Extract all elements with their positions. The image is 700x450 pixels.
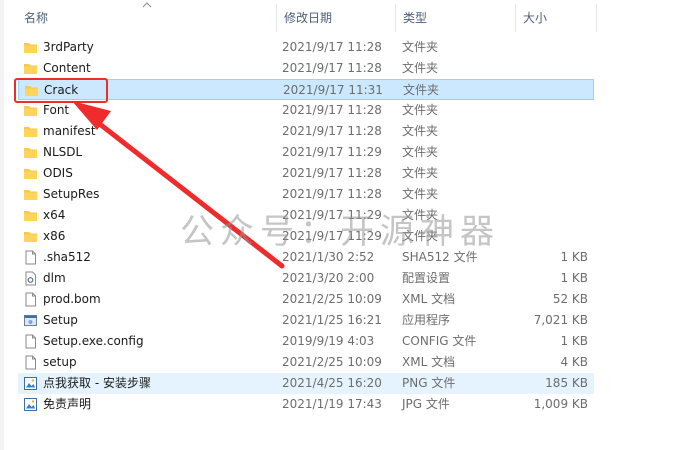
column-header-name[interactable]: 名称	[24, 0, 48, 36]
file-type: CONFIG 文件	[402, 334, 477, 348]
file-name: setup	[43, 355, 77, 369]
file-name: prod.bom	[43, 292, 101, 306]
file-date: 2021/2/25 10:09	[282, 292, 382, 306]
folder-icon	[23, 187, 38, 202]
file-name: 3rdParty	[43, 40, 94, 54]
file-row[interactable]: prod.bom 2021/2/25 10:09 XML 文档 52 KB	[18, 289, 594, 310]
file-row[interactable]: ODIS 2021/9/17 11:28 文件夹	[18, 163, 594, 184]
file-row[interactable]: Font 2021/9/17 11:28 文件夹	[18, 100, 594, 121]
file-type: 文件夹	[402, 61, 439, 75]
file-date: 2019/9/19 4:03	[282, 334, 375, 348]
file-name: 点我获取 - 安装步骤	[43, 376, 151, 390]
sort-ascending-icon	[142, 2, 152, 8]
file-row[interactable]: NLSDL 2021/9/17 11:29 文件夹	[18, 142, 594, 163]
file-name: Setup	[43, 313, 78, 327]
image-file-icon	[23, 397, 38, 412]
file-name: x86	[43, 229, 66, 243]
column-header-size[interactable]: 大小	[523, 0, 547, 36]
folder-icon	[23, 40, 38, 55]
folder-icon	[23, 103, 38, 118]
file-size: 52 KB	[552, 292, 588, 306]
file-row[interactable]: setup 2021/2/25 10:09 XML 文档 4 KB	[18, 352, 594, 373]
file-date: 2021/9/17 11:29	[282, 145, 382, 159]
file-date: 2021/1/25 16:21	[282, 313, 382, 327]
file-name: Setup.exe.config	[43, 334, 144, 348]
file-name: ODIS	[43, 166, 73, 180]
file-size: 7,021 KB	[533, 313, 588, 327]
folder-icon	[23, 229, 38, 244]
file-name: dlm	[43, 271, 66, 285]
window-left-edge	[0, 0, 4, 450]
file-icon	[23, 334, 38, 349]
file-date: 2021/9/17 11:31	[283, 83, 383, 97]
file-name: 免责声明	[43, 397, 92, 411]
file-name: manifest	[43, 124, 96, 138]
file-name: NLSDL	[43, 145, 83, 159]
file-type: PNG 文件	[402, 376, 456, 390]
column-divider[interactable]	[276, 4, 277, 32]
file-date: 2021/1/19 17:43	[282, 397, 382, 411]
file-row[interactable]: manifest 2021/9/17 11:28 文件夹	[18, 121, 594, 142]
column-header-type[interactable]: 类型	[403, 0, 427, 36]
file-size: 1 KB	[560, 271, 588, 285]
column-header-date[interactable]: 修改日期	[284, 0, 332, 36]
file-type: XML 文档	[402, 355, 456, 369]
file-date: 2021/4/25 16:20	[282, 376, 382, 390]
file-name: SetupRes	[43, 187, 100, 201]
file-icon	[23, 355, 38, 370]
file-type: 文件夹	[402, 40, 439, 54]
folder-icon	[23, 61, 38, 76]
file-date: 2021/2/25 10:09	[282, 355, 382, 369]
file-type: 配置设置	[402, 271, 451, 285]
file-date: 2021/9/17 11:28	[282, 166, 382, 180]
file-type: 文件夹	[402, 187, 439, 201]
column-divider[interactable]	[395, 4, 396, 32]
folder-icon	[23, 124, 38, 139]
file-row[interactable]: SetupRes 2021/9/17 11:28 文件夹	[18, 184, 594, 205]
file-row[interactable]: Setup 2021/1/25 16:21 应用程序 7,021 KB	[18, 310, 594, 331]
folder-icon	[23, 145, 38, 160]
file-type: 文件夹	[402, 145, 439, 159]
file-name: Font	[43, 103, 70, 117]
folder-icon	[23, 208, 38, 223]
file-icon	[23, 250, 38, 265]
file-row[interactable]: 免责声明 2021/1/19 17:43 JPG 文件 1,009 KB	[18, 394, 594, 415]
file-type: 文件夹	[402, 166, 439, 180]
file-row[interactable]: Content 2021/9/17 11:28 文件夹	[18, 58, 594, 79]
file-type: JPG 文件	[402, 397, 450, 411]
file-date: 2021/3/20 2:00	[282, 271, 375, 285]
file-type: 应用程序	[402, 313, 451, 327]
file-size: 4 KB	[560, 355, 588, 369]
file-size: 185 KB	[545, 376, 588, 390]
file-date: 2021/9/17 11:28	[282, 103, 382, 117]
file-row[interactable]: dlm 2021/3/20 2:00 配置设置 1 KB	[18, 268, 594, 289]
file-name: .sha512	[43, 250, 91, 264]
application-icon	[23, 313, 38, 328]
file-size: 1,009 KB	[533, 397, 588, 411]
file-row[interactable]: 点我获取 - 安装步骤 2021/4/25 16:20 PNG 文件 185 KB	[18, 373, 594, 394]
column-divider[interactable]	[596, 4, 597, 32]
file-size: 1 KB	[560, 334, 588, 348]
file-row[interactable]: Setup.exe.config 2019/9/19 4:03 CONFIG 文件 1…	[18, 331, 594, 352]
annotation-highlight-box	[14, 78, 108, 103]
file-name: x64	[43, 208, 66, 222]
image-file-icon	[23, 376, 38, 391]
column-header: 名称 修改日期 类型 大小	[0, 0, 700, 36]
file-icon	[23, 292, 38, 307]
file-type: 文件夹	[403, 83, 440, 97]
file-date: 2021/9/17 11:28	[282, 187, 382, 201]
column-divider[interactable]	[515, 4, 516, 32]
file-type: 文件夹	[402, 103, 439, 117]
file-row[interactable]: 3rdParty 2021/9/17 11:28 文件夹	[18, 37, 594, 58]
config-file-icon	[23, 271, 38, 286]
file-size: 1 KB	[560, 250, 588, 264]
file-type: 文件夹	[402, 124, 439, 138]
file-date: 2021/9/17 11:28	[282, 40, 382, 54]
file-date: 2021/9/17 11:28	[282, 61, 382, 75]
watermark-text: 公众号：开源神器	[180, 212, 500, 252]
folder-icon	[23, 166, 38, 181]
file-date: 2021/9/17 11:28	[282, 124, 382, 138]
file-type: XML 文档	[402, 292, 456, 306]
file-name: Content	[43, 61, 91, 75]
